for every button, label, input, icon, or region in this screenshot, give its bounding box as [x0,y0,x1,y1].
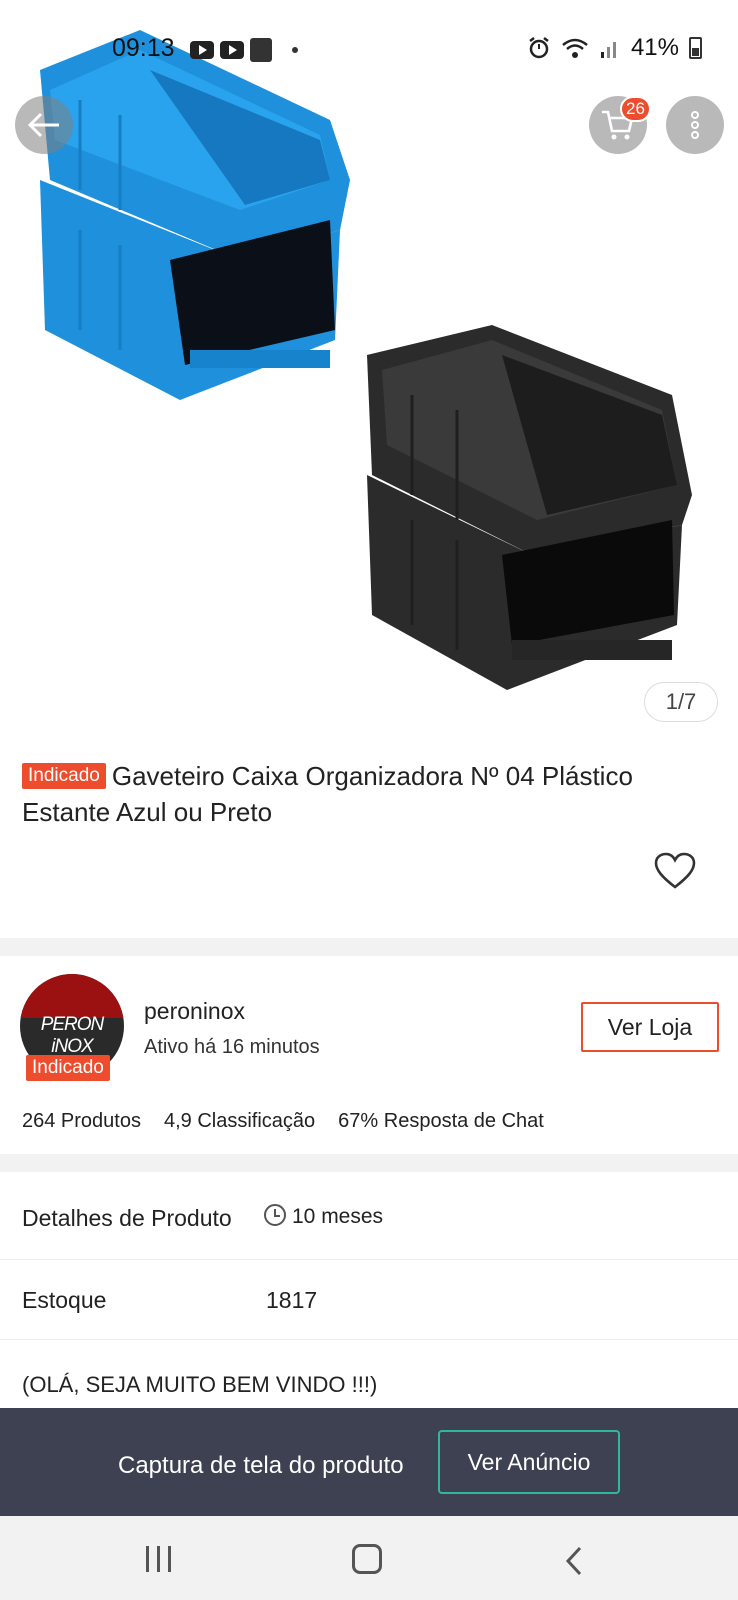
stock-value: 1817 [266,1287,318,1313]
view-ad-button[interactable]: Ver Anúncio [438,1430,620,1494]
shop-rating: 4,9 Classificação [163,1110,316,1132]
home-icon[interactable] [352,1544,382,1574]
app-notification-icon [250,38,272,62]
nav-back-icon[interactable] [564,1546,584,1576]
battery-icon [689,37,702,59]
view-shop-button[interactable]: Ver Loja [581,1002,719,1052]
stock-label: Estoque [22,1287,107,1313]
section-divider [0,938,738,956]
details-label: Detalhes de Produto [22,1205,232,1231]
signal-icon [600,42,616,58]
recent-apps-icon[interactable] [146,1546,171,1572]
stock-row: Estoque [0,1260,738,1340]
product-title-block: Indicado Gaveteiro Caixa Organizadora Nº … [22,758,722,830]
image-counter: 1/7 [644,682,718,722]
section-divider [0,1154,738,1172]
youtube-icon [190,41,214,59]
arrow-left-icon [27,112,59,138]
status-time: 09:13 [112,34,175,62]
more-options-button[interactable] [666,96,724,154]
alarm-icon [529,37,549,59]
clock-icon [264,1204,286,1226]
shop-chat-response: 67% Resposta de Chat [338,1110,544,1132]
back-button[interactable] [15,96,73,154]
shop-name[interactable]: peroninox [144,998,245,1025]
shop-active-status: Ativo há 16 minutos [144,1036,320,1058]
cart-count-badge: 26 [620,96,651,122]
wifi-icon [562,38,588,58]
battery-percent: 41% [630,34,679,61]
black-bins-image [367,325,692,690]
more-vertical-icon [691,111,699,139]
recommended-tag: Indicado [22,763,106,789]
product-title: Gaveteiro Caixa Organizadora Nº 04 Plást… [22,761,633,827]
more-notifications-dot-icon [292,47,298,53]
status-bar: 09:13 41% [0,28,738,68]
shop-products-count: 264 Produtos [22,1110,141,1132]
blue-bins-image [40,30,350,400]
favorite-heart-icon[interactable] [654,852,696,890]
listing-age: 10 meses [292,1205,384,1228]
description-text: (OLÁ, SEJA MUITO BEM VINDO !!!) [22,1372,378,1397]
shop-logo-text: PERON iNOX [40,1014,105,1057]
shop-recommended-tag: Indicado [26,1055,110,1081]
youtube-icon [220,41,244,59]
banner-text: Captura de tela do produto [118,1452,404,1479]
shop-stats: 264 Produtos 4,9 Classificação 67% Respo… [22,1110,544,1133]
